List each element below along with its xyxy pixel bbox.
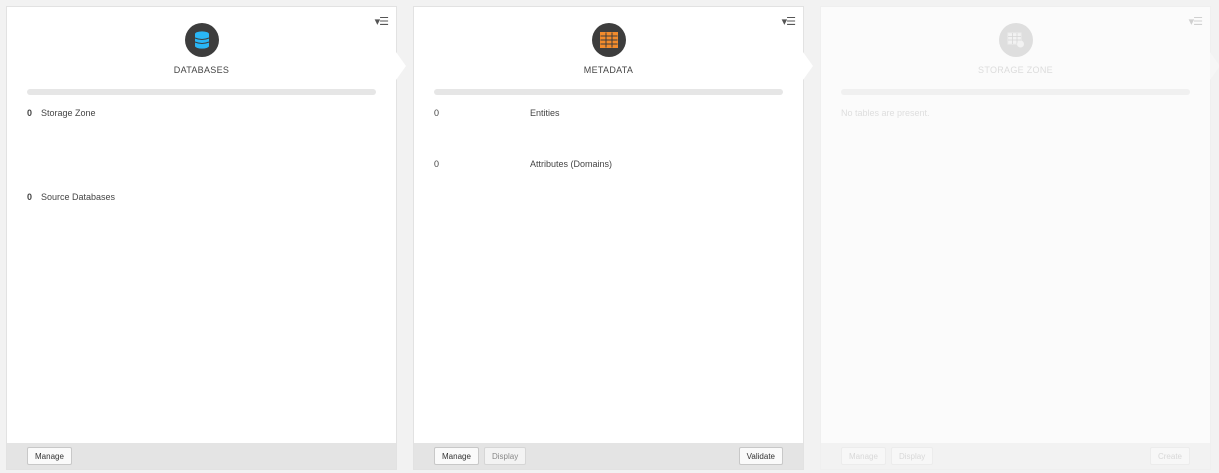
storage-zone-stat: 0 Storage Zone [27,108,96,118]
storage-zone-panel: ▾☰ STORAGE ZONE No tables are present. M… [820,6,1211,470]
databases-menu-icon[interactable]: ▾☰ [375,15,389,28]
metadata-panel: ▾☰ METADATA 0 Entities 0 Attributes (Dom… [413,6,804,470]
attributes-count: 0 [434,159,440,169]
storage-zone-manage-button[interactable]: Manage [841,447,886,465]
metadata-menu-icon[interactable]: ▾☰ [782,15,796,28]
storage-zone-display-button[interactable]: Display [891,447,934,465]
metadata-footer: Manage Display Validate [414,443,803,469]
metadata-display-button[interactable]: Display [484,447,527,465]
storage-zone-empty-message: No tables are present. [841,108,930,118]
entities-label: Entities [530,108,560,118]
workflow-board: ▾☰ DATABASES 0 Storage Zone 0 Source Datab… [0,0,1219,473]
flow-arrow [396,52,406,80]
attributes-label: Attributes (Domains) [530,159,613,169]
databases-progress-bar [27,89,376,95]
metadata-progress-bar [434,89,783,95]
metadata-title: METADATA [583,65,634,75]
table-grid-icon [591,23,626,57]
storage-zone-label: Storage Zone [41,108,96,118]
storage-zone-create-button[interactable]: Create [1149,447,1190,465]
source-databases-stat: 0 Source Databases [27,192,115,202]
metadata-validate-button[interactable]: Validate [738,447,783,465]
databases-title: DATABASES [173,65,230,75]
flow-arrow [803,52,813,80]
metadata-manage-button[interactable]: Manage [434,447,479,465]
storage-zone-menu-icon[interactable]: ▾☰ [1189,15,1203,28]
storage-zone-footer: Manage Display Create [821,443,1210,469]
databases-manage-button[interactable]: Manage [27,447,72,465]
flow-arrow [1210,52,1219,80]
databases-footer: Manage [7,443,396,469]
storage-zone-count: 0 [27,108,33,118]
databases-panel: ▾☰ DATABASES 0 Storage Zone 0 Source Datab… [6,6,397,470]
source-databases-count: 0 [27,192,33,202]
source-databases-label: Source Databases [41,192,116,202]
storage-zone-progress-bar [841,89,1190,95]
storage-tables-icon [998,23,1033,57]
storage-zone-title: STORAGE ZONE [978,65,1053,75]
entities-count: 0 [434,108,440,118]
database-icon [184,23,219,57]
